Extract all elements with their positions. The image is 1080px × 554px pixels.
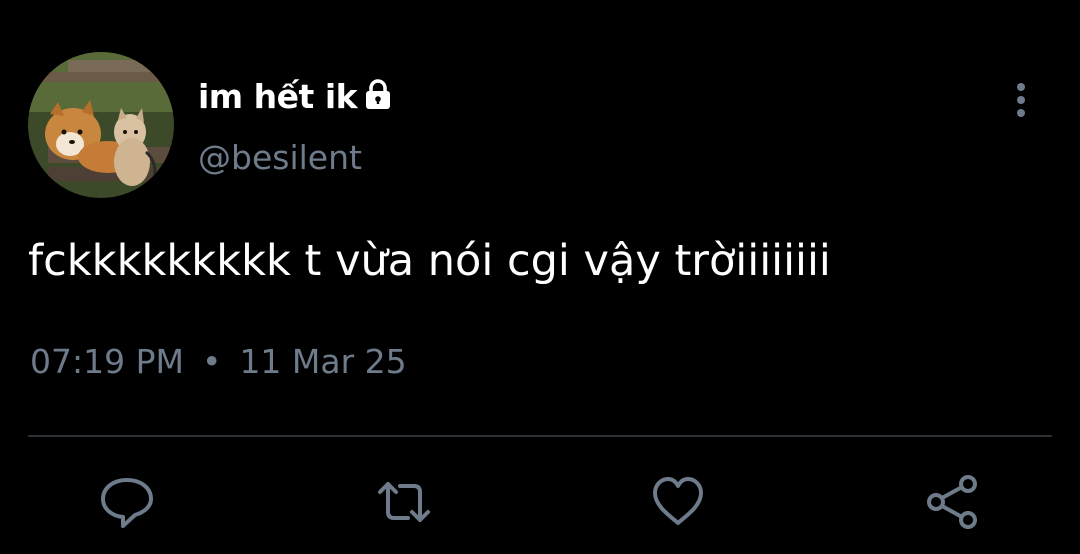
avatar-image [28,52,174,198]
user-handle[interactable]: @besilent [198,138,362,177]
like-icon [653,477,703,525]
like-button[interactable] [650,474,706,530]
more-options-icon[interactable] [1008,80,1034,120]
retweet-button[interactable] [374,474,430,530]
retweet-icon [378,482,430,522]
reply-icon [101,478,153,528]
lock-icon [361,77,395,111]
tweet-meta: 07:19 PM • 11 Mar 25 [30,342,407,381]
share-icon [927,475,977,529]
avatar[interactable] [28,52,174,198]
tweet-time: 07:19 PM [30,342,184,381]
meta-separator: • [201,342,222,381]
share-button[interactable] [924,474,980,530]
display-name[interactable]: im hết ik [198,77,358,116]
divider [28,435,1052,437]
tweet-date: 11 Mar 25 [239,342,407,381]
display-name-row: im hết ik [198,74,395,118]
reply-button[interactable] [99,474,155,530]
tweet-text: fckkkkkkkkk t vừa nói cgi vậy trờiiiiiii… [28,236,831,286]
